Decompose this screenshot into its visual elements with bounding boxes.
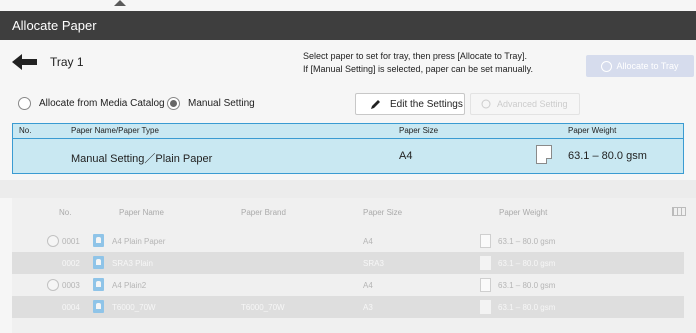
catalog-header-name: Paper Name [119, 208, 164, 217]
document-icon [480, 234, 491, 248]
back-button[interactable] [10, 52, 40, 72]
edit-settings-label: Edit the Settings [390, 98, 463, 110]
row-size: A4 [363, 237, 373, 246]
allocate-icon [601, 60, 613, 72]
row-no: 0001 [62, 237, 80, 246]
advanced-setting-button[interactable]: Advanced Setting [470, 93, 580, 115]
advanced-icon [481, 99, 491, 109]
window-title: Allocate Paper [12, 18, 97, 33]
row-name: A4 Plain Paper [112, 237, 166, 246]
table-row[interactable]: 0004 T6000_70W T6000_70W A3 63.1 – 80.0 … [12, 296, 684, 318]
allocate-to-tray-label: Allocate to Tray [616, 61, 679, 71]
document-icon [480, 300, 491, 314]
notch-indicator [114, 0, 126, 6]
row-no: 0004 [62, 303, 80, 312]
catalog-header-no: No. [59, 208, 72, 217]
from-catalog-label: Allocate from Media Catalog [39, 98, 165, 109]
header: Tray 1 Select paper to set for tray, the… [0, 40, 696, 86]
selected-header-no: No. [19, 126, 32, 135]
paper-icon [93, 300, 104, 313]
catalog-header-size: Paper Size [363, 208, 403, 217]
pencil-icon [371, 100, 380, 109]
document-icon [480, 278, 491, 292]
row-weight: 63.1 – 80.0 gsm [498, 259, 556, 268]
top-strip [0, 0, 696, 11]
row-brand: T6000_70W [241, 303, 285, 312]
document-icon [480, 256, 491, 270]
row-name: SRA3 Plain [112, 259, 153, 268]
paper-icon [93, 234, 104, 247]
divider-band [0, 180, 696, 198]
catalog-header-weight: Paper Weight [499, 208, 548, 217]
manual-setting-label: Manual Setting [188, 98, 255, 109]
paper-icon [93, 256, 104, 269]
instruction-line-1: Select paper to set for tray, then press… [303, 51, 527, 61]
selected-values: Manual Setting／Plain Paper A4 63.1 – 80.… [13, 138, 683, 174]
selected-paper-panel[interactable]: No. Paper Name/Paper Type Paper Size Pap… [12, 123, 684, 174]
row-size: SRA3 [363, 259, 384, 268]
row-no: 0002 [62, 259, 80, 268]
selected-paper-name: Manual Setting／Plain Paper [71, 153, 213, 165]
arrow-left-icon [12, 54, 37, 70]
document-icon [536, 145, 552, 164]
row-size: A4 [363, 281, 373, 290]
selected-header-weight: Paper Weight [568, 126, 617, 135]
from-catalog-radio[interactable]: Allocate from Media Catalog [18, 97, 165, 110]
catalog-header: No. Paper Name Paper Brand Paper Size Pa… [12, 198, 686, 226]
column-settings-icon[interactable] [672, 207, 686, 216]
advanced-setting-label: Advanced Setting [497, 99, 568, 109]
radio-on-icon [167, 97, 180, 110]
table-row[interactable]: 0003 A4 Plain2 A4 63.1 – 80.0 gsm [12, 274, 684, 296]
selected-header-name: Paper Name/Paper Type [71, 126, 159, 135]
radio-off-icon [47, 235, 59, 247]
row-weight: 63.1 – 80.0 gsm [498, 303, 556, 312]
catalog-header-brand: Paper Brand [241, 208, 286, 217]
title-bar: Allocate Paper [0, 11, 696, 40]
allocate-to-tray-button[interactable]: Allocate to Tray [586, 55, 694, 77]
instruction-line-2: If [Manual Setting] is selected, paper c… [303, 64, 533, 74]
row-no: 0003 [62, 281, 80, 290]
radio-off-icon [18, 97, 31, 110]
table-row[interactable]: 0001 A4 Plain Paper A4 63.1 – 80.0 gsm [12, 230, 684, 252]
paper-icon [93, 278, 104, 291]
row-size: A3 [363, 303, 373, 312]
row-weight: 63.1 – 80.0 gsm [498, 281, 556, 290]
selected-header-size: Paper Size [399, 126, 439, 135]
row-name: T6000_70W [112, 303, 156, 312]
edit-settings-button[interactable]: Edit the Settings [355, 93, 465, 115]
tray-label: Tray 1 [50, 55, 84, 69]
media-catalog-list: No. Paper Name Paper Brand Paper Size Pa… [12, 198, 696, 333]
options-row: Allocate from Media Catalog Manual Setti… [0, 92, 696, 118]
instruction-text: Select paper to set for tray, then press… [303, 50, 533, 76]
row-weight: 63.1 – 80.0 gsm [498, 237, 556, 246]
selected-paper-size: A4 [399, 150, 413, 162]
manual-setting-radio[interactable]: Manual Setting [167, 97, 255, 110]
selected-paper-weight: 63.1 – 80.0 gsm [568, 150, 647, 162]
table-row[interactable]: 0002 SRA3 Plain SRA3 63.1 – 80.0 gsm [12, 252, 684, 274]
selected-header: No. Paper Name/Paper Type Paper Size Pap… [13, 124, 683, 139]
radio-off-icon [47, 279, 59, 291]
row-name: A4 Plain2 [112, 281, 147, 290]
